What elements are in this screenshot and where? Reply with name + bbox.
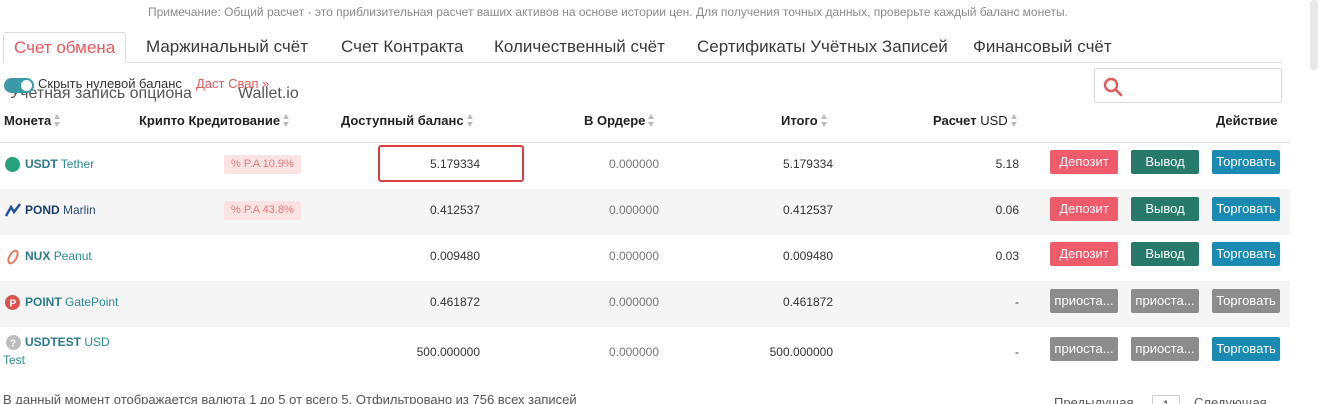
deposit-suspended-button[interactable]: приоста...: [1050, 289, 1118, 313]
withdraw-suspended-button[interactable]: приоста...: [1131, 289, 1199, 313]
svg-text:P: P: [10, 299, 17, 310]
svg-text:?: ?: [10, 339, 16, 350]
header-total[interactable]: Итого: [781, 113, 828, 128]
prev-page-button[interactable]: Предыдущая: [1054, 395, 1134, 404]
available-balance: 0.461872: [429, 295, 480, 309]
available-balance: 500.000000: [416, 345, 480, 359]
lending-rate-badge[interactable]: % P.A 10.9%: [224, 155, 301, 174]
question-icon: ?: [6, 335, 21, 350]
page-scrollbar[interactable]: [1310, 0, 1318, 70]
usd-value: -: [1015, 295, 1019, 309]
withdraw-button[interactable]: Вывод: [1131, 197, 1199, 221]
gatepoint-icon: P: [5, 295, 20, 310]
table-row: USDT Tether % P.A 10.9% 5.179334 0.00000…: [0, 143, 1290, 189]
tab-exchange-account[interactable]: Счет обмена: [3, 32, 127, 63]
available-balance: 0.412537: [429, 203, 480, 217]
total-balance: 0.461872: [782, 295, 833, 309]
sort-icon: [648, 114, 655, 127]
table-row: POND Marlin % P.A 43.8% 0.412537 0.00000…: [0, 189, 1290, 235]
marlin-icon: [4, 203, 21, 218]
table-row: ? USDTEST USD Test 500.000000 0.000000 5…: [0, 327, 1290, 381]
total-balance: 0.412537: [782, 203, 833, 217]
next-page-button[interactable]: Следующая: [1194, 395, 1267, 404]
trade-suspended-button[interactable]: Торговать: [1212, 289, 1280, 313]
withdraw-button[interactable]: Вывод: [1131, 242, 1199, 266]
deposit-button[interactable]: Депозит: [1050, 242, 1118, 266]
search-icon: [1103, 77, 1123, 97]
lending-rate-badge[interactable]: % P.A 43.8%: [224, 201, 301, 220]
usd-value: -: [1015, 345, 1019, 359]
dust-swap-link[interactable]: Даст Свап »: [196, 76, 269, 91]
account-tabs: Счет обмена Маржинальный счёт Счет Контр…: [3, 32, 1282, 63]
header-usd-calc[interactable]: Расчет USD: [933, 113, 1018, 128]
coin-name[interactable]: POND Marlin: [25, 203, 96, 217]
sort-icon: [820, 114, 828, 127]
header-crypto-lending[interactable]: Крипто Кредитование: [139, 113, 290, 128]
coin-name[interactable]: USDT Tether: [25, 157, 94, 171]
coin-name-continued[interactable]: Test: [3, 353, 25, 367]
in-order-balance: 0.000000: [608, 295, 659, 309]
table-info: В данный момент отображается валюта 1 до…: [3, 392, 577, 404]
hide-zero-toggle[interactable]: [4, 78, 34, 93]
sort-icon: [1010, 114, 1018, 127]
header-coin[interactable]: Монета: [4, 113, 61, 128]
total-balance: 500.000000: [769, 345, 833, 359]
tab-contract-account[interactable]: Счет Контракта: [341, 32, 463, 63]
withdraw-suspended-button[interactable]: приоста...: [1131, 337, 1199, 361]
tab-quant-account[interactable]: Количественный счёт: [494, 32, 665, 63]
coin-name[interactable]: USDTEST USD: [25, 335, 110, 349]
withdraw-button[interactable]: Вывод: [1131, 150, 1199, 174]
highlight-box: [378, 145, 524, 182]
double-chevron-right-icon: »: [262, 76, 270, 91]
tab-certificates[interactable]: Сертификаты Учётных Записей: [697, 32, 948, 63]
coin-name[interactable]: POINT GatePoint: [25, 295, 118, 309]
balance-note: Примечание: Общий расчет - это приблизит…: [148, 5, 1068, 19]
header-action: Действие: [1216, 113, 1278, 128]
in-order-balance: 0.000000: [608, 157, 659, 171]
page-number-button[interactable]: 1: [1152, 395, 1180, 404]
usd-value: 0.06: [995, 203, 1019, 217]
deposit-suspended-button[interactable]: приоста...: [1050, 337, 1118, 361]
in-order-balance: 0.000000: [608, 345, 659, 359]
total-balance: 5.179334: [782, 157, 833, 171]
sort-icon: [283, 114, 290, 127]
tab-finance-account[interactable]: Финансовый счёт: [973, 32, 1112, 63]
total-balance: 0.009480: [782, 249, 833, 263]
usd-value: 5.18: [995, 157, 1019, 171]
trade-button[interactable]: Торговать: [1212, 337, 1280, 361]
header-in-order[interactable]: В Ордере: [584, 113, 655, 128]
tab-margin-account[interactable]: Маржинальный счёт: [146, 32, 308, 63]
search-input[interactable]: [1094, 68, 1282, 103]
deposit-button[interactable]: Депозит: [1050, 197, 1118, 221]
coin-name[interactable]: NUX Peanut: [25, 249, 92, 263]
table-row: P POINT GatePoint 0.461872 0.000000 0.46…: [0, 281, 1290, 327]
peanut-icon: [6, 249, 21, 265]
in-order-balance: 0.000000: [608, 203, 659, 217]
in-order-balance: 0.000000: [608, 249, 659, 263]
trade-button[interactable]: Торговать: [1212, 242, 1280, 266]
deposit-button[interactable]: Депозит: [1050, 150, 1118, 174]
table-row: NUX Peanut 0.009480 0.000000 0.009480 0.…: [0, 235, 1290, 281]
tether-icon: [5, 157, 20, 172]
sort-icon: [466, 114, 474, 127]
trade-button[interactable]: Торговать: [1212, 197, 1280, 221]
header-available[interactable]: Доступный баланс: [341, 113, 474, 128]
sort-icon: [54, 114, 61, 127]
hide-zero-label: Скрыть нулевой баланс: [38, 76, 182, 91]
available-balance: 0.009480: [429, 249, 480, 263]
usd-value: 0.03: [995, 249, 1019, 263]
trade-button[interactable]: Торговать: [1212, 150, 1280, 174]
